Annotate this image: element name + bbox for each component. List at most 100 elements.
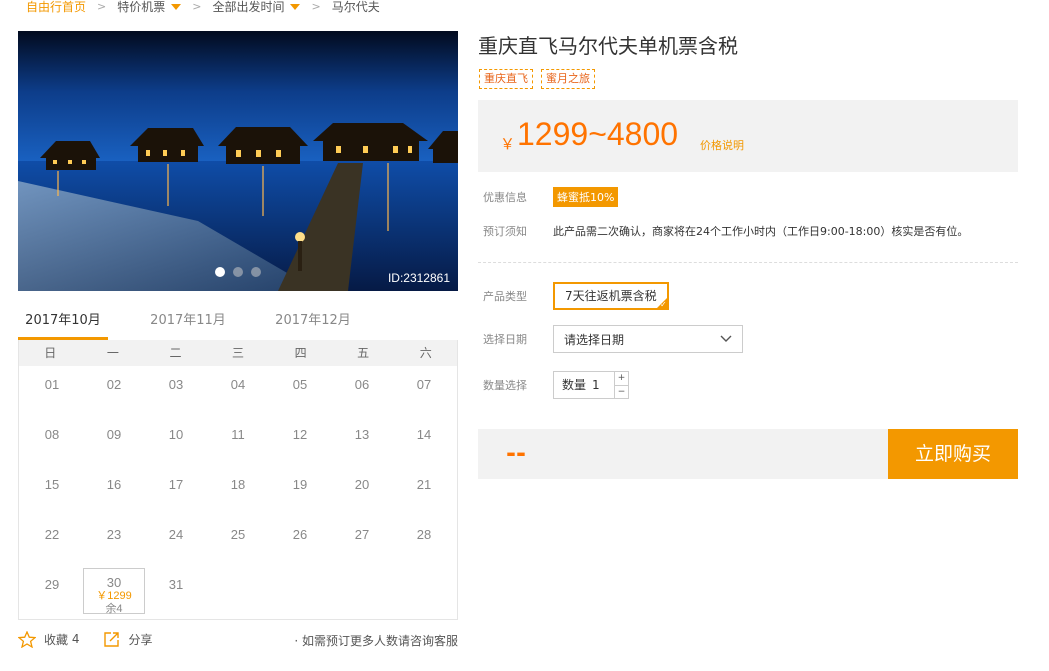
tab-month-dec[interactable]: 2017年12月: [268, 310, 358, 340]
breadcrumb-current: 马尔代夫: [331, 0, 380, 14]
carousel-dot-1[interactable]: [215, 267, 225, 277]
calendar-day: 19: [269, 468, 331, 518]
tag-direct-flight[interactable]: 重庆直飞: [479, 69, 533, 89]
discount-label: 优惠信息: [483, 191, 527, 204]
increment-button[interactable]: +: [615, 372, 628, 385]
breadcrumb-home-link[interactable]: 自由行首页: [26, 0, 86, 15]
product-title: 重庆直飞马尔代夫单机票含税: [478, 34, 738, 58]
product-type-row: 产品类型 7天往返机票含税 ✓: [483, 282, 669, 310]
calendar-day: 18: [207, 468, 269, 518]
breadcrumb-flight-deals[interactable]: 特价机票: [117, 0, 182, 15]
date-label: 选择日期: [483, 333, 527, 346]
calendar-day-number: 08: [44, 427, 60, 442]
calendar-day: 17: [145, 468, 207, 518]
calendar-day-number: 15: [44, 477, 60, 492]
calendar-day-number: 14: [416, 427, 432, 442]
quantity-label: 数量选择: [483, 379, 527, 392]
carousel-dot-2[interactable]: [233, 267, 243, 277]
breadcrumb-separator-icon: >: [192, 0, 202, 13]
calendar-day: 11: [207, 418, 269, 468]
carousel-dot-3[interactable]: [251, 267, 261, 277]
share-icon: [104, 631, 120, 647]
quantity-prefix: 数量: [562, 378, 587, 392]
breadcrumb-separator-icon: >: [311, 0, 321, 13]
weekday-sat: 六: [419, 346, 432, 360]
calendar-day: 06: [331, 368, 393, 418]
calendar-day: 12: [269, 418, 331, 468]
calendar-day-number: 21: [416, 477, 432, 492]
date-select[interactable]: 请选择日期: [553, 325, 743, 353]
notice-text: 此产品需二次确认，商家将在24个工作小时内（工作日9:00-18:00）核实是否…: [553, 225, 969, 238]
favorite-count: 4: [71, 632, 80, 646]
breadcrumb-separator-icon: >: [97, 0, 107, 13]
chevron-down-icon: [720, 335, 732, 342]
calendar-day-number: 09: [106, 427, 122, 442]
buy-now-button[interactable]: 立即购买: [888, 429, 1018, 479]
price-explanation-link[interactable]: 价格说明: [700, 137, 744, 153]
calendar-day: 28: [393, 518, 455, 568]
calendar-day-number: 07: [416, 377, 432, 392]
quantity-row: 数量选择 数量 1 + −: [483, 371, 630, 399]
calendar-day-number: 05: [292, 377, 308, 392]
tab-month-oct[interactable]: 2017年10月: [18, 310, 108, 340]
calendar-day: 13: [331, 418, 393, 468]
calendar-day-stock: 余4: [105, 603, 123, 615]
caret-down-icon: [171, 4, 182, 10]
quantity-stepper: 数量 1 + −: [553, 371, 630, 399]
breadcrumb-departure-time[interactable]: 全部出发时间: [212, 0, 301, 15]
calendar-day: 07: [393, 368, 455, 418]
favorite-button[interactable]: 收藏 4: [18, 630, 80, 648]
calendar-day: 26: [269, 518, 331, 568]
calendar-day: 05: [269, 368, 331, 418]
carousel-dots: [215, 267, 261, 277]
weekday-wed: 三: [232, 346, 245, 360]
calendar-day: 23: [83, 518, 145, 568]
buy-bar: -- 立即购买: [478, 429, 1018, 479]
star-icon: [18, 630, 36, 648]
price-box: ￥ 1299~4800 价格说明: [478, 100, 1018, 172]
total-price: --: [506, 439, 526, 467]
booking-notice-row: 预订须知 此产品需二次确认，商家将在24个工作小时内（工作日9:00-18:00…: [483, 223, 968, 239]
calendar-day-number: 03: [168, 377, 184, 392]
calendar-day[interactable]: 30 ￥1299 余4: [83, 568, 145, 615]
maldives-night-photo: [18, 31, 458, 291]
share-button[interactable]: 分享: [103, 631, 153, 648]
group-booking-note: · 如需预订更多人数请咨询客服: [294, 634, 458, 648]
calendar-day: 21: [393, 468, 455, 518]
calendar-day: 09: [83, 418, 145, 468]
calendar-day-number: 11: [231, 427, 245, 442]
calendar-day-number: 12: [292, 427, 308, 442]
calendar-day-number: 25: [230, 527, 246, 542]
calendar-day-number: 23: [106, 527, 122, 542]
breadcrumb: 自由行首页 > 特价机票 > 全部出发时间 > 马尔代夫: [26, 0, 380, 15]
tab-month-nov[interactable]: 2017年11月: [143, 310, 233, 340]
calendar-day: 22: [21, 518, 83, 568]
weekday-sun: 日: [44, 346, 57, 360]
section-divider: [478, 262, 1018, 263]
calendar-day: 08: [21, 418, 83, 468]
photo-id-label: ID:2312861: [387, 271, 450, 285]
tag-honeymoon[interactable]: 蜜月之旅: [541, 69, 595, 89]
date-row: 选择日期 请选择日期: [483, 325, 743, 353]
calendar-day-number: 13: [354, 427, 370, 442]
calendar-day: 14: [393, 418, 455, 468]
calendar-day-number: 20: [354, 477, 370, 492]
price-calendar: 日 一 二 三 四 五 六 01 02 03 04 05 06 07 08 09 10 11 12 13…: [18, 340, 458, 620]
calendar-day: 04: [207, 368, 269, 418]
product-type-label: 产品类型: [483, 290, 527, 303]
calendar-day-number: 04: [230, 377, 246, 392]
product-photo[interactable]: ID:2312861: [18, 31, 458, 291]
decrement-button[interactable]: −: [615, 384, 629, 399]
calendar-day: 31: [145, 568, 207, 618]
product-type-option[interactable]: 7天往返机票含税 ✓: [553, 282, 669, 310]
calendar-day-number: 19: [292, 477, 308, 492]
calendar-day-number: 01: [44, 377, 60, 392]
calendar-day-number: 18: [230, 477, 246, 492]
price-currency: ￥: [500, 135, 516, 153]
calendar-day-number: 29: [44, 577, 60, 592]
calendar-day: 15: [21, 468, 83, 518]
calendar-day: 27: [331, 518, 393, 568]
quantity-value[interactable]: 1: [592, 372, 614, 398]
product-tags: 重庆直飞 蜜月之旅: [479, 69, 595, 89]
calendar-day-number: 10: [168, 427, 184, 442]
